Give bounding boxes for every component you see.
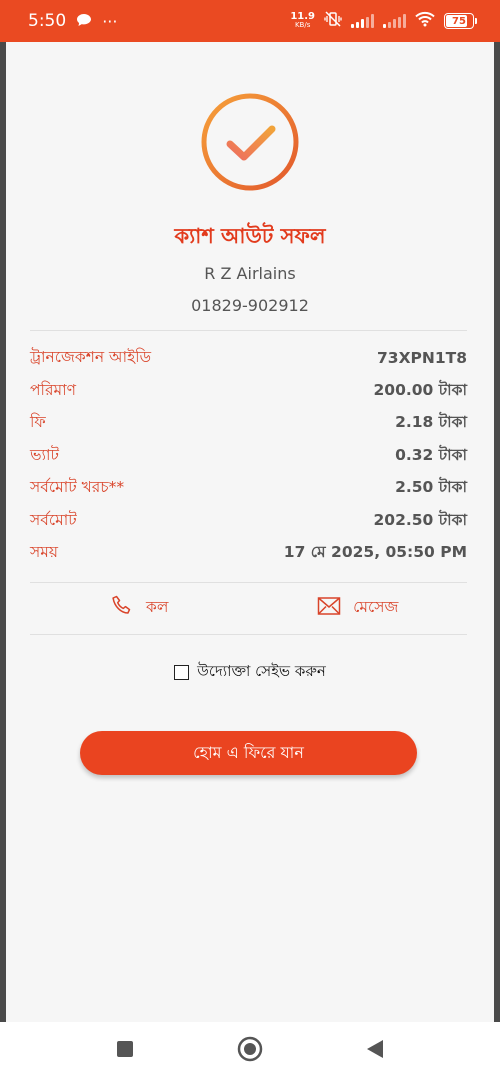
battery-icon: 75	[444, 13, 477, 29]
detail-row-amount: পরিমাণ 200.00 টাকা	[30, 380, 467, 399]
call-button[interactable]: কল	[30, 582, 249, 634]
signal-2-icon	[383, 14, 406, 28]
detail-row-transaction-id: ট্রানজেকশন আইডি 73XPN1T8	[30, 348, 467, 368]
home-button[interactable]	[230, 1031, 270, 1071]
go-home-label: হোম এ ফিরে যান	[193, 742, 304, 762]
more-notifications-icon: ···	[102, 11, 118, 31]
merchant-phone: 01829-902912	[191, 296, 309, 315]
triangle-back-icon	[366, 1039, 384, 1063]
circle-icon	[237, 1036, 263, 1066]
vibrate-icon	[324, 11, 342, 31]
divider	[30, 330, 467, 331]
success-check-icon	[200, 92, 300, 196]
signal-1-icon	[351, 14, 374, 28]
back-button[interactable]	[355, 1031, 395, 1071]
detail-row-vat: ভ্যাট 0.32 টাকা	[30, 445, 467, 464]
chat-bubble-icon	[76, 12, 92, 31]
divider	[30, 634, 467, 635]
status-bar: 5:50 ··· 11.9 KB/s 75	[0, 0, 500, 42]
detail-row-total-charge: সর্বমোট খরচ** 2.50 টাকা	[30, 478, 467, 497]
phone-icon	[110, 594, 134, 622]
call-label: কল	[146, 598, 169, 616]
transaction-details: ট্রানজেকশন আইডি 73XPN1T8 পরিমাণ 200.00 ট…	[30, 342, 467, 570]
mail-icon	[317, 596, 341, 620]
message-button[interactable]: মেসেজ	[249, 582, 468, 634]
save-merchant-row: উদ্যোক্তা সেইভ করুন	[6, 660, 494, 685]
save-merchant-checkbox[interactable]	[174, 665, 190, 680]
square-icon	[116, 1040, 134, 1062]
save-merchant-label[interactable]: উদ্যোক্তা সেইভ করুন	[197, 660, 326, 685]
detail-row-grand-total: সর্বমোট 202.50 টাকা	[30, 510, 467, 529]
contact-actions: কল মেসেজ	[30, 582, 467, 634]
message-label: মেসেজ	[353, 598, 399, 616]
merchant-name: R Z Airlains	[204, 264, 296, 283]
go-home-button[interactable]: হোম এ ফিরে যান	[80, 731, 417, 775]
detail-row-time: সময় 17 মে 2025, 05:50 PM	[30, 543, 467, 562]
detail-row-fee: ফি 2.18 টাকা	[30, 413, 467, 432]
network-speed: 11.9 KB/s	[290, 11, 315, 30]
success-title: ক্যাশ আউট সফল	[174, 224, 326, 248]
wifi-icon	[415, 11, 435, 31]
system-nav-bar	[0, 1022, 500, 1080]
cashout-success-screen: ক্যাশ আউট সফল R Z Airlains 01829-902912 …	[6, 42, 494, 1022]
status-time: 5:50	[28, 11, 67, 31]
recents-button[interactable]	[105, 1031, 145, 1071]
